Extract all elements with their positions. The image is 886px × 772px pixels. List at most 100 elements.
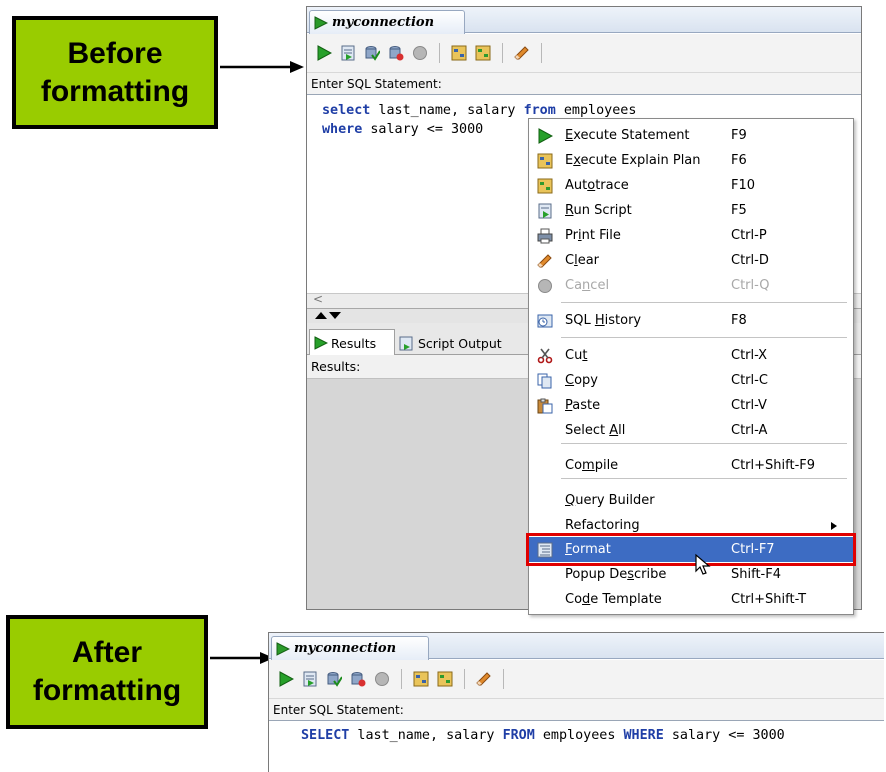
menu-item-shortcut: Shift-F4 <box>731 567 781 582</box>
menu-item-label: Copy <box>565 373 598 388</box>
menu-separator <box>561 302 847 303</box>
sql-editor[interactable]: SELECT last_name, salary FROM employees … <box>269 720 884 772</box>
rollback-button[interactable] <box>347 668 369 690</box>
clear-button[interactable] <box>473 668 495 690</box>
menu-item-shortcut: Ctrl-D <box>731 253 769 268</box>
menu-item-label: Execute Explain Plan <box>565 153 701 168</box>
explain-plan-button[interactable] <box>448 42 470 64</box>
autotrace-button[interactable] <box>472 42 494 64</box>
results-play-icon <box>314 336 328 350</box>
after-callout-text: After formatting <box>32 636 182 707</box>
clear-button[interactable] <box>511 42 533 64</box>
run-script-button[interactable] <box>337 42 359 64</box>
menu-item-label: Execute Statement <box>565 128 690 143</box>
menu-item-run-script[interactable]: Run Script F5 <box>529 198 853 223</box>
menu-item-shortcut: F10 <box>731 178 756 193</box>
menu-item-label: Autotrace <box>565 178 629 193</box>
before-arrow <box>220 61 304 73</box>
cancel-button[interactable] <box>409 42 431 64</box>
eraser-icon <box>476 672 491 686</box>
menu-item-label: Query Builder <box>565 493 655 508</box>
toolbar-separator <box>503 669 504 689</box>
explain-plan-button[interactable] <box>410 668 432 690</box>
menu-item-sql-history[interactable]: SQL History F8 <box>529 308 853 333</box>
commit-icon <box>365 46 380 61</box>
menu-item-shortcut: Ctrl-C <box>731 373 768 388</box>
before-callout-text: Before formatting <box>40 36 190 108</box>
menu-item-compile[interactable]: Compile Ctrl+Shift-F9 <box>529 453 853 478</box>
paste-icon <box>536 397 553 414</box>
results-label: Results: <box>311 359 361 374</box>
menu-item-autotrace[interactable]: Autotrace F10 <box>529 173 853 198</box>
eraser-icon <box>514 46 529 60</box>
commit-button[interactable] <box>361 42 383 64</box>
menu-item-shortcut: Ctrl-A <box>731 423 768 438</box>
run-icon <box>317 45 332 61</box>
menu-item-label: Select All <box>565 423 626 438</box>
toolbar-separator <box>401 669 402 689</box>
menu-item-copy[interactable]: Copy Ctrl-C <box>529 368 853 393</box>
menu-item-shortcut: F8 <box>731 313 747 328</box>
autotrace-icon <box>536 177 553 194</box>
menu-item-label: SQL History <box>565 313 642 328</box>
menu-item-label: Paste <box>565 398 601 413</box>
cancel-button[interactable] <box>371 668 393 690</box>
rollback-button[interactable] <box>385 42 407 64</box>
run-statement-button[interactable] <box>275 668 297 690</box>
tab-results[interactable]: Results <box>309 329 395 356</box>
menu-separator <box>561 443 847 444</box>
explain-plan-icon <box>451 45 467 61</box>
menu-item-print-file[interactable]: Print File Ctrl-P <box>529 223 853 248</box>
toolbar-separator <box>502 43 503 63</box>
scissors-icon <box>536 347 553 364</box>
menu-separator <box>561 478 847 479</box>
cancel-icon <box>375 672 389 686</box>
run-icon <box>279 671 294 687</box>
tab-myconnection[interactable]: myconnection <box>271 636 429 660</box>
commit-icon <box>327 672 342 687</box>
tab-script-output[interactable]: Script Output <box>399 331 502 355</box>
sql-history-icon <box>536 312 553 329</box>
eraser-icon <box>536 252 553 269</box>
tab-myconnection[interactable]: myconnection <box>309 10 465 34</box>
run-statement-button[interactable] <box>313 42 335 64</box>
menu-item-label: Code Template <box>565 592 662 607</box>
editor-label: Enter SQL Statement: <box>269 698 884 720</box>
menu-item-shortcut: Ctrl-X <box>731 348 768 363</box>
menu-item-query-builder[interactable]: Query Builder <box>529 488 853 513</box>
menu-item-cut[interactable]: Cut Ctrl-X <box>529 343 853 368</box>
autotrace-icon <box>475 45 491 61</box>
menu-item-shortcut: Ctrl+Shift-T <box>731 592 807 607</box>
autotrace-button[interactable] <box>434 668 456 690</box>
menu-item-label: Refactoring <box>565 518 640 533</box>
tab-script-output-label: Script Output <box>418 335 502 351</box>
toolbar-separator <box>439 43 440 63</box>
menu-item-shortcut: F6 <box>731 153 747 168</box>
menu-item-code-template[interactable]: Code Template Ctrl+Shift-T <box>529 587 853 612</box>
menu-item-shortcut: Ctrl+Shift-F9 <box>731 458 816 473</box>
menu-item-execute-statement[interactable]: Execute Statement F9 <box>529 123 853 148</box>
toolbar <box>269 660 884 698</box>
menu-item-paste[interactable]: Paste Ctrl-V <box>529 393 853 418</box>
tab-strip: myconnection <box>307 7 861 34</box>
copy-icon <box>536 372 553 389</box>
menu-item-shortcut: F9 <box>731 128 747 143</box>
commit-button[interactable] <box>323 668 345 690</box>
toolbar-separator <box>541 43 542 63</box>
before-formatting-callout: Before formatting <box>12 16 218 129</box>
mouse-pointer-icon <box>695 553 711 575</box>
tab-strip: myconnection <box>269 633 884 660</box>
code-line-2: where salary <= 3000 <box>322 122 484 137</box>
cancel-icon <box>413 46 427 60</box>
menu-item-select-all[interactable]: Select All Ctrl-A <box>529 418 853 443</box>
menu-item-shortcut: Ctrl-P <box>731 228 767 243</box>
run-script-button[interactable] <box>299 668 321 690</box>
menu-item-execute-explain-plan[interactable]: Execute Explain Plan F6 <box>529 148 853 173</box>
menu-item-label: Run Script <box>565 203 632 218</box>
explain-plan-icon <box>413 671 429 687</box>
scroll-left-icon[interactable]: < <box>313 292 323 306</box>
menu-item-cancel[interactable]: Cancel Ctrl-Q <box>529 273 853 298</box>
run-script-icon <box>303 671 317 687</box>
tab-title: myconnection <box>332 15 435 30</box>
menu-item-clear[interactable]: Clear Ctrl-D <box>529 248 853 273</box>
